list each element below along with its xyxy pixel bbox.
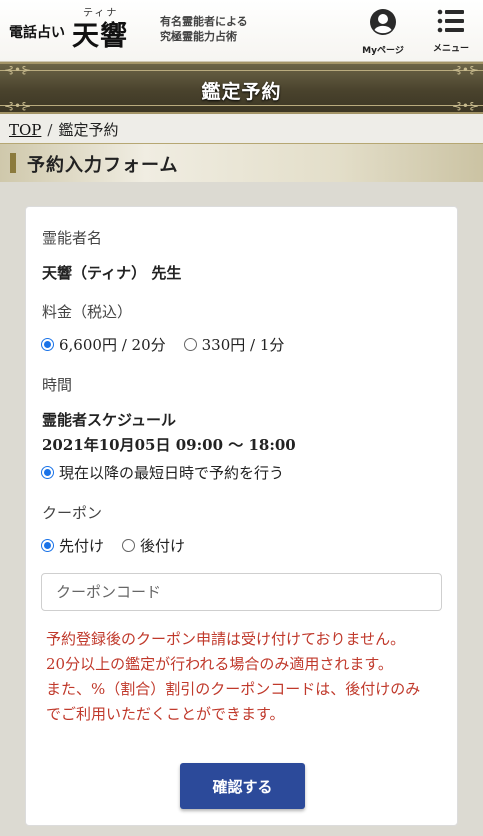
time-option: 現在以降の最短日時で予約を行う	[41, 462, 284, 483]
hamburger-menu-icon	[437, 9, 464, 33]
section-marker	[10, 153, 16, 173]
breadcrumb-current: 鑑定予約	[58, 121, 119, 139]
band-rule-top	[0, 70, 483, 71]
tagline-line-2: 究極霊能力占術	[160, 30, 237, 43]
ornament-icon: ⊰•⊱	[451, 63, 479, 77]
notice-line: また、%（割合）割引のクーポンコードは、後付けのみでご利用いただくことができます…	[46, 680, 421, 723]
coupon-radio-prepay[interactable]	[41, 539, 54, 552]
coupon-notice: 予約登録後のクーポン申請は受け付けておりません。 20分以上の鑑定が行われる場合…	[46, 627, 426, 727]
mypage-label: Myページ	[362, 46, 404, 56]
schedule-title: 霊能者スケジュール	[42, 411, 176, 429]
logo-name[interactable]: 天響	[72, 14, 128, 53]
coupon-label: クーポン	[42, 504, 103, 522]
fee-option-label[interactable]: 6,600円 / 20分	[59, 334, 166, 355]
time-radio-earliest[interactable]	[41, 466, 54, 479]
schedule-value: 2021年10月05日 09:00 〜 18:00	[42, 436, 296, 454]
coupon-radio-postpay[interactable]	[122, 539, 136, 552]
reader-label: 霊能者名	[42, 229, 103, 247]
section-title: 予約入力フォーム	[27, 155, 179, 176]
reservation-form: 霊能者名 天響（ティナ） 先生 料金（税込） 6,600円 / 20分 330円…	[25, 206, 458, 826]
section-heading: 予約入力フォーム	[0, 144, 483, 182]
page-title: 鑑定予約	[201, 81, 282, 103]
site-header: 電話占い ティナ 天響 有名霊能者による 究極霊能力占術 Myページ メニュー	[0, 0, 483, 62]
tagline: 有名霊能者による 究極霊能力占術	[160, 14, 248, 44]
time-label: 時間	[42, 376, 73, 394]
fee-option-label[interactable]: 330円 / 1分	[202, 334, 285, 355]
band-rule-bottom	[0, 105, 483, 106]
fee-radio-20min[interactable]	[41, 338, 54, 351]
fee-label: 料金（税込）	[42, 303, 133, 321]
time-option-label[interactable]: 現在以降の最短日時で予約を行う	[59, 462, 284, 483]
menu-button[interactable]: メニュー	[426, 8, 476, 54]
user-circle-icon	[370, 9, 396, 35]
coupon-code-input[interactable]	[41, 573, 442, 611]
page-title-band: ⊰•⊱ ⊰•⊱ ⊰•⊱ ⊰•⊱ 鑑定予約	[0, 62, 483, 114]
coupon-option-label[interactable]: 後付け	[140, 535, 185, 556]
notice-line: 20分以上の鑑定が行われる場合のみ適用されます。	[46, 655, 393, 673]
breadcrumb-home-link[interactable]: TOP	[9, 121, 41, 139]
fee-radio-1min[interactable]	[183, 338, 197, 351]
reader-name: 天響（ティナ） 先生	[42, 264, 182, 282]
ornament-icon: ⊰•⊱	[4, 63, 32, 77]
menu-label: メニュー	[432, 44, 469, 54]
coupon-options: 先付け 後付け	[41, 535, 185, 556]
notice-line: 予約登録後のクーポン申請は受け付けておりません。	[46, 630, 406, 648]
mypage-button[interactable]: Myページ	[352, 8, 414, 56]
logo-prefix[interactable]: 電話占い	[9, 22, 65, 42]
confirm-button[interactable]: 確認する	[180, 763, 305, 809]
breadcrumb: TOP / 鑑定予約	[0, 114, 483, 144]
coupon-option-label[interactable]: 先付け	[59, 535, 104, 556]
breadcrumb-separator: /	[47, 121, 53, 139]
tagline-line-1: 有名霊能者による	[160, 15, 248, 28]
fee-options: 6,600円 / 20分 330円 / 1分	[41, 334, 284, 355]
